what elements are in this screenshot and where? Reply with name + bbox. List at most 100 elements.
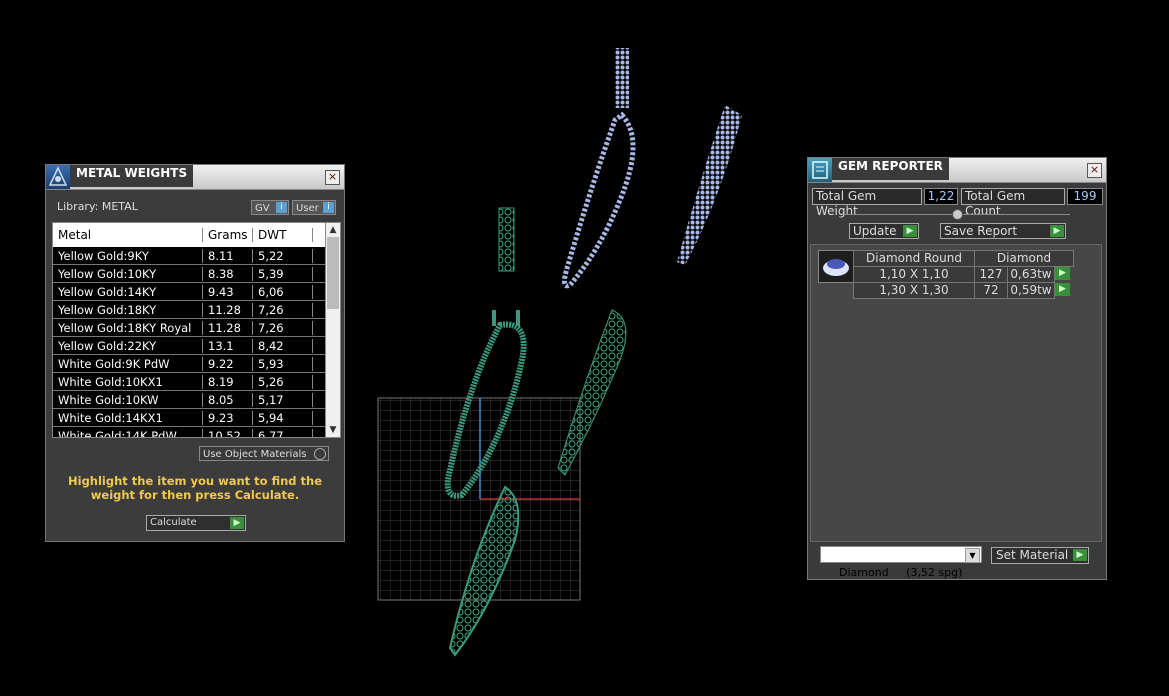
cell-dwt: 6,06: [253, 284, 313, 299]
scroll-up-icon[interactable]: ▲: [326, 223, 340, 237]
splitter-handle[interactable]: [844, 209, 1070, 220]
checkbox-icon: [314, 448, 326, 460]
table-row[interactable]: Yellow Gold:18KY Royal 11.28 7,26: [53, 319, 340, 337]
table-row[interactable]: White Gold:10KW 8.05 5,17: [53, 391, 340, 409]
cell-dwt: 7,26: [253, 302, 313, 317]
metal-small-band: [498, 207, 515, 272]
gv-label: GV: [255, 203, 270, 214]
gem-size: 1,30 X 1,30: [853, 282, 975, 299]
cell-dwt: 5,17: [253, 392, 313, 407]
cell-dwt: 5,39: [253, 266, 313, 281]
column-header-dwt[interactable]: DWT: [253, 228, 313, 242]
cell-grams: 8.38: [203, 266, 253, 281]
user-label: User: [296, 203, 319, 214]
gem-row-play-icon[interactable]: ▶: [1055, 267, 1070, 280]
gem-report-icon: [808, 158, 832, 182]
play-icon: ▶: [903, 225, 917, 237]
gem-row-play-icon[interactable]: ▶: [1055, 283, 1070, 296]
cell-dwt: 5,94: [253, 410, 313, 425]
cell-metal: Yellow Gold:10KY: [53, 266, 203, 281]
calculate-button[interactable]: Calculate ▶: [146, 515, 246, 531]
table-row[interactable]: White Gold:10KX1 8.19 5,26: [53, 373, 340, 391]
close-icon[interactable]: ×: [1087, 163, 1102, 178]
table-header: Metal Grams DWT: [53, 223, 340, 247]
cell-metal: Yellow Gold:14KY: [53, 284, 203, 299]
total-gem-weight-label: Total Gem Weight: [812, 188, 922, 218]
cell-dwt: 8,42: [253, 338, 313, 353]
cell-grams: 10.52: [203, 428, 253, 437]
cell-metal: Yellow Gold:22KY: [53, 338, 203, 353]
table-scrollbar[interactable]: ▲ ▼: [325, 223, 340, 437]
save-report-label: Save Report: [944, 224, 1018, 238]
metal-weights-panel: METAL WEIGHTS × Library: METAL GV i User i…: [45, 164, 345, 542]
gem-list-area: Diamond Round Diamond 1,10 X 1,10 127 0,63…: [810, 244, 1102, 542]
dropdown-arrow-icon[interactable]: ▼: [965, 548, 980, 563]
gem-weight: 0,63tw: [1007, 266, 1055, 283]
cell-metal: White Gold:14K PdW: [53, 428, 203, 437]
header-material: Diamond: [974, 250, 1074, 267]
cell-dwt: 5,26: [253, 374, 313, 389]
table-row[interactable]: Yellow Gold:9KY 8.11 5,22: [53, 247, 340, 265]
update-button[interactable]: Update ▶: [849, 223, 919, 239]
set-material-button[interactable]: Set Material ▶: [991, 547, 1089, 564]
table-row[interactable]: Yellow Gold:14KY 9.43 6,06: [53, 283, 340, 301]
play-icon: ▶: [1050, 225, 1064, 237]
info-icon: i: [276, 202, 287, 213]
close-icon[interactable]: ×: [325, 170, 340, 185]
metal-weights-titlebar[interactable]: METAL WEIGHTS ×: [46, 165, 344, 190]
cell-grams: 11.28: [203, 320, 253, 335]
gem-chain: [615, 48, 629, 108]
total-gem-count-label: Total Gem Count: [961, 188, 1065, 218]
play-icon: ▶: [230, 517, 244, 529]
gem-pave-band: [677, 105, 742, 265]
cell-metal: White Gold:9K PdW: [53, 356, 203, 371]
column-header-metal[interactable]: Metal: [53, 228, 203, 242]
use-object-materials-checkbox[interactable]: Use Object Materials: [199, 446, 329, 461]
user-toggle[interactable]: User i: [292, 200, 336, 215]
use-object-materials-label: Use Object Materials: [203, 449, 307, 460]
scroll-down-icon[interactable]: ▼: [326, 423, 340, 437]
gem-reporter-titlebar[interactable]: GEM REPORTER ×: [808, 158, 1106, 183]
material-select[interactable]: Diamond (3,52 spg) ▼: [820, 546, 982, 579]
table-row[interactable]: Yellow Gold:22KY 13.1 8,42: [53, 337, 340, 355]
info-icon: i: [323, 202, 334, 213]
cell-metal: White Gold:10KX1: [53, 374, 203, 389]
total-gem-count-value: 199: [1067, 188, 1103, 205]
update-label: Update: [853, 224, 897, 238]
cell-metal: Yellow Gold:18KY Royal: [53, 320, 203, 335]
splitter-knob-icon[interactable]: [952, 209, 963, 220]
instruction-text: Highlight the item you want to find the …: [68, 474, 322, 502]
metal-weights-title: METAL WEIGHTS: [70, 165, 194, 187]
cell-grams: 9.43: [203, 284, 253, 299]
header-shape: Diamond Round: [853, 250, 975, 267]
table-row[interactable]: White Gold:9K PdW 9.22 5,93: [53, 355, 340, 373]
table-row[interactable]: Yellow Gold:10KY 8.38 5,39: [53, 265, 340, 283]
save-report-button[interactable]: Save Report ▶: [940, 223, 1066, 239]
cell-grams: 9.22: [203, 356, 253, 371]
gv-toggle[interactable]: GV i: [251, 200, 289, 215]
cell-metal: White Gold:14KX1: [53, 410, 203, 425]
cell-grams: 8.05: [203, 392, 253, 407]
cell-grams: 11.28: [203, 302, 253, 317]
scale-icon: [46, 165, 70, 189]
total-gem-weight-value: 1,22: [924, 188, 958, 205]
calculate-label: Calculate: [150, 517, 197, 528]
diamond-round-thumbnail[interactable]: [818, 250, 854, 283]
metal-rows: Yellow Gold:9KY 8.11 5,22 Yellow Gold:10KY 8…: [53, 247, 340, 437]
column-header-grams[interactable]: Grams: [203, 228, 253, 242]
cell-grams: 13.1: [203, 338, 253, 353]
set-material-label: Set Material: [996, 548, 1069, 562]
material-select-value: Diamond (3,52 spg): [839, 566, 963, 579]
table-row[interactable]: White Gold:14KX1 9.23 5,94: [53, 409, 340, 427]
cell-dwt: 6,77: [253, 428, 313, 437]
table-row[interactable]: White Gold:14K PdW 10.52 6,77: [53, 427, 340, 437]
cell-metal: Yellow Gold:18KY: [53, 302, 203, 317]
gem-weight: 0,59tw: [1007, 282, 1055, 299]
cell-dwt: 5,22: [253, 248, 313, 263]
cell-metal: White Gold:10KW: [53, 392, 203, 407]
cell-metal: Yellow Gold:9KY: [53, 248, 203, 263]
scroll-thumb[interactable]: [327, 237, 339, 309]
gem-size: 1,10 X 1,10: [853, 266, 975, 283]
table-row[interactable]: Yellow Gold:18KY 11.28 7,26: [53, 301, 340, 319]
gem-reporter-panel: GEM REPORTER × Total Gem Weight 1,22 Tot…: [807, 157, 1107, 580]
